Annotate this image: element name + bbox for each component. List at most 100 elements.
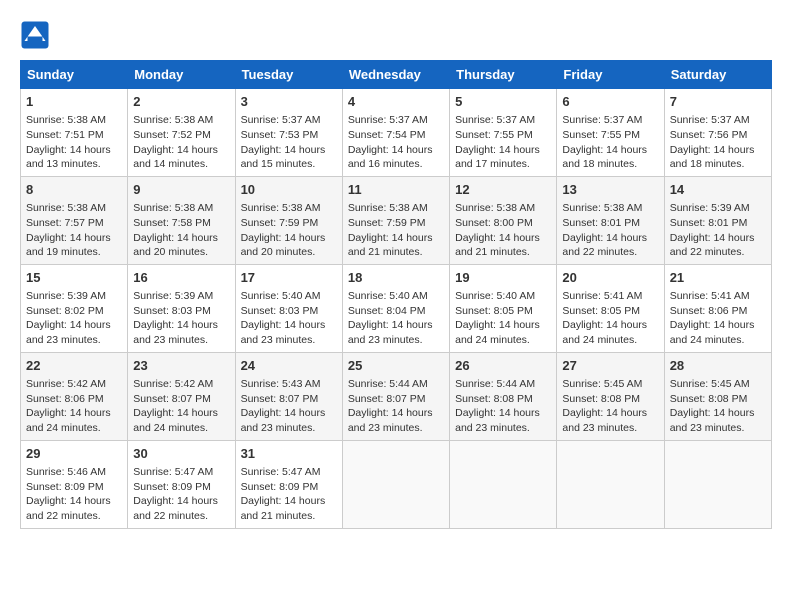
day-info-line: Daylight: 14 hours	[241, 494, 337, 509]
day-info-line: Sunrise: 5:39 AM	[26, 289, 122, 304]
day-info-line: Sunrise: 5:41 AM	[562, 289, 658, 304]
weekday-header-monday: Monday	[128, 61, 235, 89]
day-number: 22	[26, 357, 122, 375]
day-info-line: Daylight: 14 hours	[670, 231, 766, 246]
day-info-line: Sunset: 8:08 PM	[562, 392, 658, 407]
day-info-line: and 19 minutes.	[26, 245, 122, 260]
day-info-line: Sunset: 8:01 PM	[562, 216, 658, 231]
calendar-cell: 26Sunrise: 5:44 AMSunset: 8:08 PMDayligh…	[450, 352, 557, 440]
day-number: 16	[133, 269, 229, 287]
day-info-line: Sunset: 8:08 PM	[670, 392, 766, 407]
day-info-line: Sunset: 8:03 PM	[241, 304, 337, 319]
day-info-line: and 23 minutes.	[348, 333, 444, 348]
day-info-line: Daylight: 14 hours	[348, 318, 444, 333]
day-number: 1	[26, 93, 122, 111]
calendar-cell: 13Sunrise: 5:38 AMSunset: 8:01 PMDayligh…	[557, 176, 664, 264]
day-info-line: Sunrise: 5:39 AM	[670, 201, 766, 216]
day-info-line: Sunrise: 5:40 AM	[455, 289, 551, 304]
calendar-cell: 28Sunrise: 5:45 AMSunset: 8:08 PMDayligh…	[664, 352, 771, 440]
calendar-week-3: 15Sunrise: 5:39 AMSunset: 8:02 PMDayligh…	[21, 264, 772, 352]
day-info-line: and 15 minutes.	[241, 157, 337, 172]
day-info-line: and 23 minutes.	[133, 333, 229, 348]
day-info-line: Daylight: 14 hours	[455, 143, 551, 158]
day-number: 2	[133, 93, 229, 111]
day-info-line: Sunset: 7:55 PM	[562, 128, 658, 143]
day-info-line: Sunset: 8:01 PM	[670, 216, 766, 231]
day-info-line: Sunset: 8:04 PM	[348, 304, 444, 319]
day-info-line: Sunrise: 5:37 AM	[562, 113, 658, 128]
day-info-line: Sunrise: 5:38 AM	[348, 201, 444, 216]
day-info-line: and 20 minutes.	[241, 245, 337, 260]
day-info-line: Daylight: 14 hours	[133, 231, 229, 246]
calendar-cell: 7Sunrise: 5:37 AMSunset: 7:56 PMDaylight…	[664, 89, 771, 177]
calendar-cell: 5Sunrise: 5:37 AMSunset: 7:55 PMDaylight…	[450, 89, 557, 177]
day-info-line: and 23 minutes.	[241, 421, 337, 436]
calendar-cell: 14 Sunrise: 5:39 AMSunset: 8:01 PMDayligh…	[664, 176, 771, 264]
day-info-line: Sunrise: 5:39 AM	[133, 289, 229, 304]
day-info-line: and 22 minutes.	[26, 509, 122, 524]
calendar-cell: 3Sunrise: 5:37 AMSunset: 7:53 PMDaylight…	[235, 89, 342, 177]
calendar-cell	[664, 440, 771, 528]
day-info-line: and 24 minutes.	[670, 333, 766, 348]
day-info-line: Sunset: 7:59 PM	[241, 216, 337, 231]
calendar-cell: 17Sunrise: 5:40 AMSunset: 8:03 PMDayligh…	[235, 264, 342, 352]
day-info-line: Sunrise: 5:40 AM	[348, 289, 444, 304]
day-number: 11	[348, 181, 444, 199]
day-info-line: Daylight: 14 hours	[348, 231, 444, 246]
day-info-line: and 23 minutes.	[241, 333, 337, 348]
day-number: 29	[26, 445, 122, 463]
day-info-line: Sunrise: 5:41 AM	[670, 289, 766, 304]
day-info-line: Sunset: 8:00 PM	[455, 216, 551, 231]
day-info-line: Sunset: 8:06 PM	[670, 304, 766, 319]
day-info-line: Daylight: 14 hours	[455, 318, 551, 333]
calendar-cell: 27Sunrise: 5:45 AMSunset: 8:08 PMDayligh…	[557, 352, 664, 440]
calendar-cell	[557, 440, 664, 528]
day-info-line: Sunrise: 5:38 AM	[26, 201, 122, 216]
day-info-line: Sunrise: 5:37 AM	[348, 113, 444, 128]
day-info-line: and 16 minutes.	[348, 157, 444, 172]
day-number: 18	[348, 269, 444, 287]
day-number: 17	[241, 269, 337, 287]
calendar-cell: 18 Sunrise: 5:40 AMSunset: 8:04 PMDayligh…	[342, 264, 449, 352]
day-number: 6	[562, 93, 658, 111]
day-info-line: Daylight: 14 hours	[241, 143, 337, 158]
day-info-line: and 13 minutes.	[26, 157, 122, 172]
day-number: 15	[26, 269, 122, 287]
day-info-line: Sunset: 8:09 PM	[133, 480, 229, 495]
day-number: 25	[348, 357, 444, 375]
day-info-line: Sunset: 8:07 PM	[241, 392, 337, 407]
calendar-week-2: 8Sunrise: 5:38 AMSunset: 7:57 PMDaylight…	[21, 176, 772, 264]
day-info-line: Daylight: 14 hours	[670, 143, 766, 158]
day-info-line: Daylight: 14 hours	[133, 143, 229, 158]
calendar-week-5: 29Sunrise: 5:46 AMSunset: 8:09 PMDayligh…	[21, 440, 772, 528]
day-info-line: Daylight: 14 hours	[455, 406, 551, 421]
page-header	[20, 20, 772, 50]
calendar-cell: 6Sunrise: 5:37 AMSunset: 7:55 PMDaylight…	[557, 89, 664, 177]
day-info-line: and 18 minutes.	[562, 157, 658, 172]
calendar-cell: 30Sunrise: 5:47 AMSunset: 8:09 PMDayligh…	[128, 440, 235, 528]
day-info-line: Daylight: 14 hours	[241, 406, 337, 421]
day-info-line: Sunset: 7:52 PM	[133, 128, 229, 143]
day-number: 3	[241, 93, 337, 111]
day-info-line: and 21 minutes.	[241, 509, 337, 524]
day-number: 24	[241, 357, 337, 375]
calendar-cell: 24 Sunrise: 5:43 AMSunset: 8:07 PMDayligh…	[235, 352, 342, 440]
day-info-line: Sunset: 8:07 PM	[348, 392, 444, 407]
calendar-cell: 22Sunrise: 5:42 AMSunset: 8:06 PMDayligh…	[21, 352, 128, 440]
day-info-line: Sunset: 7:54 PM	[348, 128, 444, 143]
day-info-line: Daylight: 14 hours	[562, 406, 658, 421]
day-info-line: Daylight: 14 hours	[562, 231, 658, 246]
day-info-line: Daylight: 14 hours	[241, 318, 337, 333]
day-info-line: Daylight: 14 hours	[455, 231, 551, 246]
day-number: 27	[562, 357, 658, 375]
day-info-line: Sunrise: 5:38 AM	[26, 113, 122, 128]
weekday-header-wednesday: Wednesday	[342, 61, 449, 89]
day-info-line: and 24 minutes.	[133, 421, 229, 436]
calendar-cell: 29Sunrise: 5:46 AMSunset: 8:09 PMDayligh…	[21, 440, 128, 528]
day-info-line: Sunset: 7:59 PM	[348, 216, 444, 231]
day-info-line: Sunrise: 5:43 AM	[241, 377, 337, 392]
day-number: 4	[348, 93, 444, 111]
day-number: 14	[670, 181, 766, 199]
logo	[20, 20, 54, 50]
day-info-line: and 17 minutes.	[455, 157, 551, 172]
